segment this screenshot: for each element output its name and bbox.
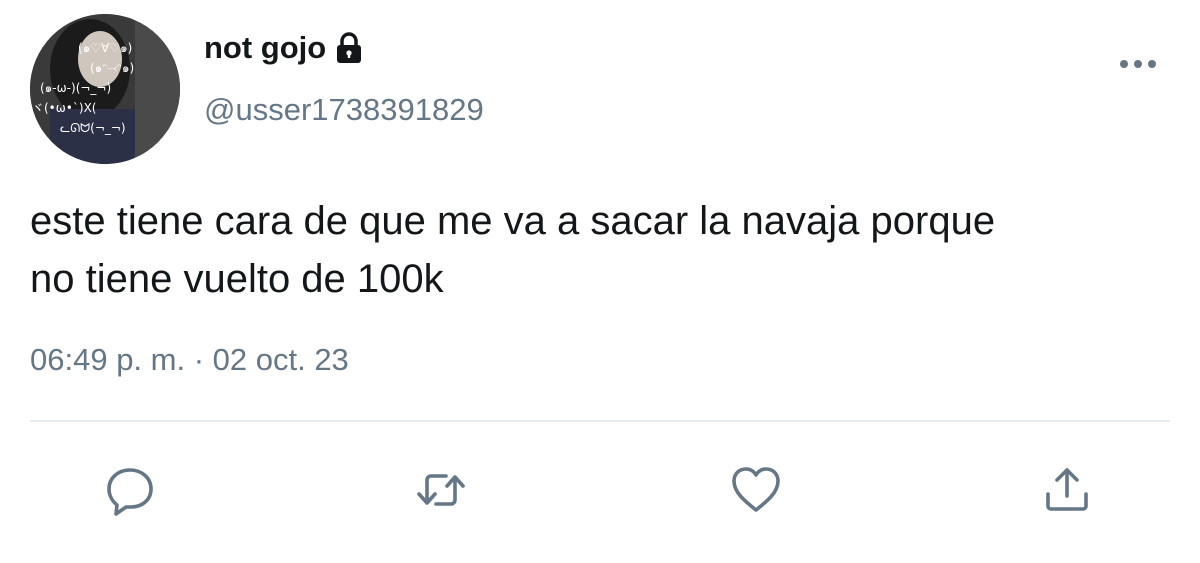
display-name-text: not gojo (204, 30, 327, 65)
user-handle[interactable]: @usser1738391829 (204, 92, 484, 128)
share-icon (1046, 468, 1088, 511)
tweet-text: este tiene cara de que me va a sacar la … (30, 199, 996, 301)
avatar-kaomoji-4: ヾ(•ω•`)X( (32, 101, 96, 115)
retweet-icon (417, 474, 465, 506)
avatar-kaomoji-5: ᓚᘏᗢ(¬_¬) (60, 121, 126, 135)
heart-icon (732, 467, 780, 512)
avatar[interactable]: (๑♡∀♡๑) (๑ᵔ⤙ᵔ๑) (๑-ω-)(¬_¬) ヾ(•ω•`)X( ᓚᘏ… (30, 14, 180, 164)
tweet-timestamp[interactable]: 06:49 p. m. · 02 oct. 23 (30, 342, 349, 378)
lock-icon (334, 31, 364, 65)
divider (30, 420, 1170, 422)
like-button[interactable] (724, 458, 788, 522)
display-name[interactable]: not gojo (204, 30, 364, 66)
retweet-button[interactable] (409, 458, 473, 522)
reply-icon (107, 468, 153, 516)
more-options-button[interactable] (1116, 46, 1160, 76)
tweet-card: (๑♡∀♡๑) (๑ᵔ⤙ᵔ๑) (๑-ω-)(¬_¬) ヾ(•ω•`)X( ᓚᘏ… (0, 0, 1200, 563)
reply-button[interactable] (98, 458, 162, 522)
avatar-kaomoji-1: (๑♡∀♡๑) (78, 41, 132, 55)
avatar-kaomoji-3: (๑-ω-)(¬_¬) (40, 81, 111, 95)
avatar-image: (๑♡∀♡๑) (๑ᵔ⤙ᵔ๑) (๑-ω-)(¬_¬) ヾ(•ω•`)X( ᓚᘏ… (30, 14, 180, 164)
avatar-kaomoji-2: (๑ᵔ⤙ᵔ๑) (90, 61, 134, 75)
more-horizontal-icon (1120, 60, 1156, 68)
share-button[interactable] (1035, 458, 1099, 522)
